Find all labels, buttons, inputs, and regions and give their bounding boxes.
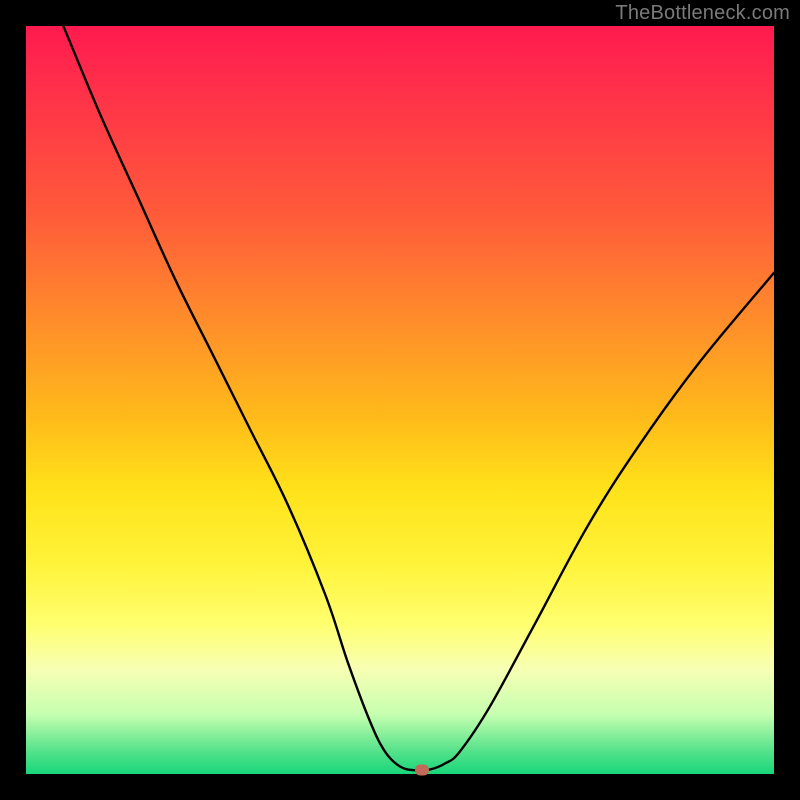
min-marker [415, 765, 429, 776]
plot-area [26, 26, 774, 774]
curve-svg [26, 26, 774, 774]
bottleneck-curve [63, 26, 774, 771]
chart-frame: TheBottleneck.com [0, 0, 800, 800]
watermark-text: TheBottleneck.com [615, 2, 790, 25]
